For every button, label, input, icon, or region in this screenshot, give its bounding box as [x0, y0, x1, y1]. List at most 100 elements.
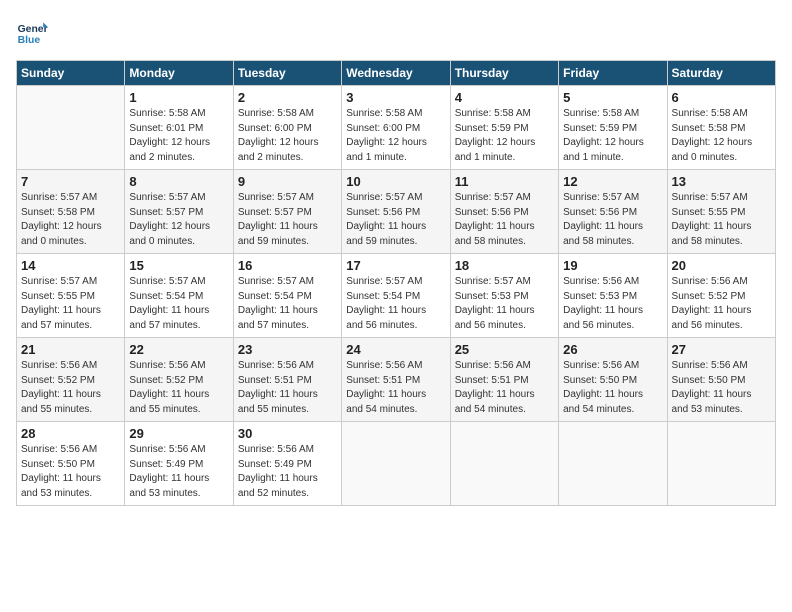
calendar-cell — [342, 422, 450, 506]
calendar-cell: 24 Sunrise: 5:56 AM Sunset: 5:51 PM Dayli… — [342, 338, 450, 422]
day-number: 28 — [21, 426, 120, 441]
logo: General Blue — [16, 16, 52, 48]
calendar-cell — [450, 422, 558, 506]
day-header-thursday: Thursday — [450, 61, 558, 86]
day-number: 3 — [346, 90, 445, 105]
day-number: 24 — [346, 342, 445, 357]
day-number: 10 — [346, 174, 445, 189]
day-info: Sunrise: 5:56 AM Sunset: 5:49 PM Dayligh… — [238, 443, 337, 501]
day-info: Sunrise: 5:57 AM Sunset: 5:56 PM Dayligh… — [563, 191, 662, 249]
day-info: Sunrise: 5:57 AM Sunset: 5:56 PM Dayligh… — [455, 191, 554, 249]
calendar-cell: 20 Sunrise: 5:56 AM Sunset: 5:52 PM Dayli… — [667, 254, 775, 338]
calendar-cell — [559, 422, 667, 506]
calendar-cell — [17, 86, 125, 170]
day-number: 20 — [672, 258, 771, 273]
day-info: Sunrise: 5:58 AM Sunset: 6:00 PM Dayligh… — [238, 107, 337, 165]
day-number: 12 — [563, 174, 662, 189]
day-info: Sunrise: 5:56 AM Sunset: 5:50 PM Dayligh… — [672, 359, 771, 417]
calendar-cell — [667, 422, 775, 506]
day-info: Sunrise: 5:56 AM Sunset: 5:52 PM Dayligh… — [21, 359, 120, 417]
calendar-cell: 26Sunrise: 5:56 AM Sunset: 5:50 PM Dayli… — [559, 338, 667, 422]
day-info: Sunrise: 5:58 AM Sunset: 5:58 PM Dayligh… — [672, 107, 771, 165]
calendar-table: SundayMondayTuesdayWednesdayThursdayFrid… — [16, 60, 776, 506]
calendar-cell: 7 Sunrise: 5:57 AM Sunset: 5:58 PM Daylig… — [17, 170, 125, 254]
day-number: 1 — [129, 90, 228, 105]
week-row-4: 21 Sunrise: 5:56 AM Sunset: 5:52 PM Dayli… — [17, 338, 776, 422]
day-number: 17 — [346, 258, 445, 273]
day-info: Sunrise: 5:56 AM Sunset: 5:52 PM Dayligh… — [672, 275, 771, 333]
day-number: 8 — [129, 174, 228, 189]
day-header-friday: Friday — [559, 61, 667, 86]
week-row-3: 14 Sunrise: 5:57 AM Sunset: 5:55 PM Dayli… — [17, 254, 776, 338]
day-info: Sunrise: 5:58 AM Sunset: 5:59 PM Dayligh… — [455, 107, 554, 165]
day-info: Sunrise: 5:58 AM Sunset: 5:59 PM Dayligh… — [563, 107, 662, 165]
calendar-cell: 16 Sunrise: 5:57 AM Sunset: 5:54 PM Dayli… — [233, 254, 341, 338]
calendar-cell: 19 Sunrise: 5:56 AM Sunset: 5:53 PM Dayli… — [559, 254, 667, 338]
day-info: Sunrise: 5:57 AM Sunset: 5:57 PM Dayligh… — [238, 191, 337, 249]
calendar-cell: 14 Sunrise: 5:57 AM Sunset: 5:55 PM Dayli… — [17, 254, 125, 338]
day-number: 15 — [129, 258, 228, 273]
week-row-2: 7 Sunrise: 5:57 AM Sunset: 5:58 PM Daylig… — [17, 170, 776, 254]
calendar-cell: 15 Sunrise: 5:57 AM Sunset: 5:54 PM Dayli… — [125, 254, 233, 338]
day-info: Sunrise: 5:58 AM Sunset: 6:00 PM Dayligh… — [346, 107, 445, 165]
calendar-cell: 29 Sunrise: 5:56 AM Sunset: 5:49 PM Dayli… — [125, 422, 233, 506]
calendar-cell: 17 Sunrise: 5:57 AM Sunset: 5:54 PM Dayli… — [342, 254, 450, 338]
day-info: Sunrise: 5:56 AM Sunset: 5:51 PM Dayligh… — [238, 359, 337, 417]
day-number: 11 — [455, 174, 554, 189]
day-header-monday: Monday — [125, 61, 233, 86]
day-number: 19 — [563, 258, 662, 273]
day-info: Sunrise: 5:56 AM Sunset: 5:51 PM Dayligh… — [346, 359, 445, 417]
calendar-cell: 8Sunrise: 5:57 AM Sunset: 5:57 PM Daylig… — [125, 170, 233, 254]
calendar-cell: 22 Sunrise: 5:56 AM Sunset: 5:52 PM Dayli… — [125, 338, 233, 422]
day-number: 13 — [672, 174, 771, 189]
day-number: 16 — [238, 258, 337, 273]
day-info: Sunrise: 5:56 AM Sunset: 5:50 PM Dayligh… — [21, 443, 120, 501]
day-header-tuesday: Tuesday — [233, 61, 341, 86]
calendar-cell: 5 Sunrise: 5:58 AM Sunset: 5:59 PM Daylig… — [559, 86, 667, 170]
day-info: Sunrise: 5:58 AM Sunset: 6:01 PM Dayligh… — [129, 107, 228, 165]
day-info: Sunrise: 5:57 AM Sunset: 5:54 PM Dayligh… — [129, 275, 228, 333]
day-number: 7 — [21, 174, 120, 189]
day-number: 21 — [21, 342, 120, 357]
day-info: Sunrise: 5:56 AM Sunset: 5:53 PM Dayligh… — [563, 275, 662, 333]
day-number: 14 — [21, 258, 120, 273]
day-number: 27 — [672, 342, 771, 357]
calendar-cell: 1 Sunrise: 5:58 AM Sunset: 6:01 PM Daylig… — [125, 86, 233, 170]
day-info: Sunrise: 5:57 AM Sunset: 5:56 PM Dayligh… — [346, 191, 445, 249]
calendar-cell: 13 Sunrise: 5:57 AM Sunset: 5:55 PM Dayli… — [667, 170, 775, 254]
calendar-cell: 23Sunrise: 5:56 AM Sunset: 5:51 PM Dayli… — [233, 338, 341, 422]
day-info: Sunrise: 5:57 AM Sunset: 5:54 PM Dayligh… — [238, 275, 337, 333]
calendar-cell: 11 Sunrise: 5:57 AM Sunset: 5:56 PM Dayli… — [450, 170, 558, 254]
day-info: Sunrise: 5:57 AM Sunset: 5:54 PM Dayligh… — [346, 275, 445, 333]
day-header-wednesday: Wednesday — [342, 61, 450, 86]
day-number: 2 — [238, 90, 337, 105]
calendar-cell: 9 Sunrise: 5:57 AM Sunset: 5:57 PM Daylig… — [233, 170, 341, 254]
calendar-cell: 12 Sunrise: 5:57 AM Sunset: 5:56 PM Dayli… — [559, 170, 667, 254]
day-info: Sunrise: 5:57 AM Sunset: 5:55 PM Dayligh… — [21, 275, 120, 333]
day-info: Sunrise: 5:56 AM Sunset: 5:51 PM Dayligh… — [455, 359, 554, 417]
calendar-cell: 27 Sunrise: 5:56 AM Sunset: 5:50 PM Dayli… — [667, 338, 775, 422]
day-info: Sunrise: 5:57 AM Sunset: 5:55 PM Dayligh… — [672, 191, 771, 249]
week-row-5: 28 Sunrise: 5:56 AM Sunset: 5:50 PM Dayli… — [17, 422, 776, 506]
day-info: Sunrise: 5:57 AM Sunset: 5:58 PM Dayligh… — [21, 191, 120, 249]
day-number: 25 — [455, 342, 554, 357]
day-number: 9 — [238, 174, 337, 189]
calendar-cell: 2 Sunrise: 5:58 AM Sunset: 6:00 PM Daylig… — [233, 86, 341, 170]
day-number: 18 — [455, 258, 554, 273]
day-info: Sunrise: 5:56 AM Sunset: 5:49 PM Dayligh… — [129, 443, 228, 501]
day-header-sunday: Sunday — [17, 61, 125, 86]
day-info: Sunrise: 5:56 AM Sunset: 5:52 PM Dayligh… — [129, 359, 228, 417]
day-number: 29 — [129, 426, 228, 441]
logo-icon: General Blue — [16, 16, 48, 48]
day-number: 22 — [129, 342, 228, 357]
calendar-cell: 25 Sunrise: 5:56 AM Sunset: 5:51 PM Dayli… — [450, 338, 558, 422]
svg-text:Blue: Blue — [18, 35, 41, 46]
calendar-cell: 10 Sunrise: 5:57 AM Sunset: 5:56 PM Dayli… — [342, 170, 450, 254]
day-number: 30 — [238, 426, 337, 441]
day-number: 5 — [563, 90, 662, 105]
day-number: 4 — [455, 90, 554, 105]
calendar-cell: 28 Sunrise: 5:56 AM Sunset: 5:50 PM Dayli… — [17, 422, 125, 506]
calendar-cell: 21 Sunrise: 5:56 AM Sunset: 5:52 PM Dayli… — [17, 338, 125, 422]
week-row-1: 1 Sunrise: 5:58 AM Sunset: 6:01 PM Daylig… — [17, 86, 776, 170]
calendar-cell: 6Sunrise: 5:58 AM Sunset: 5:58 PM Daylig… — [667, 86, 775, 170]
